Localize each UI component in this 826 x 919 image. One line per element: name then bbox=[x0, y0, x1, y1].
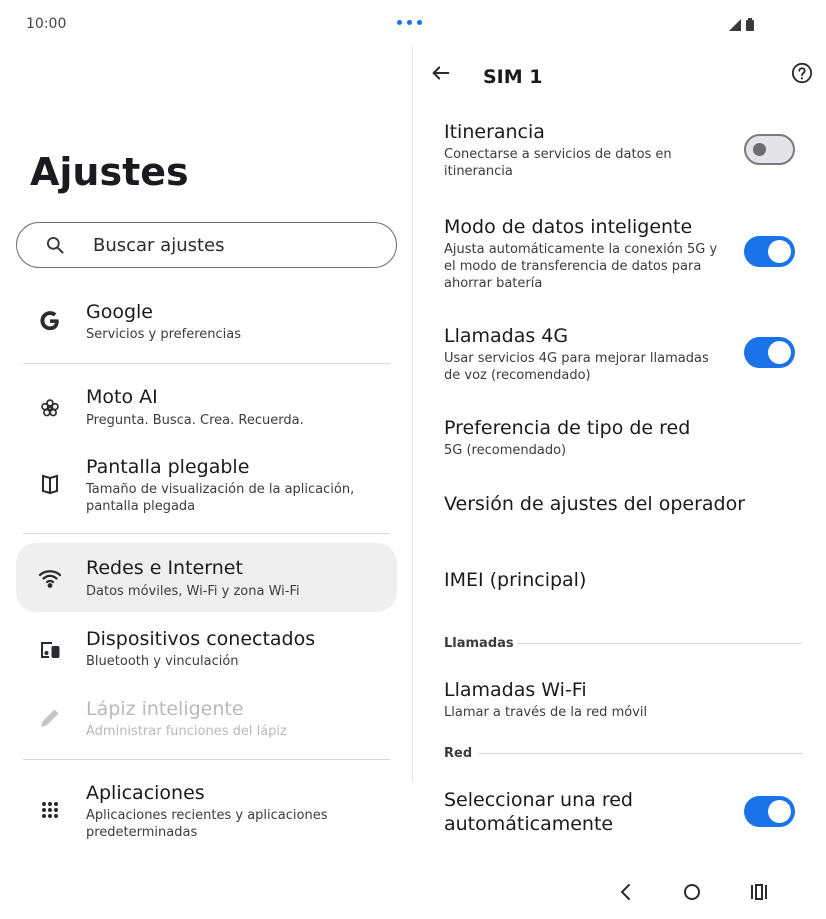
setting-carrier-version[interactable]: Versión de ajustes del operador bbox=[444, 492, 799, 516]
setting-network-type[interactable]: Preferencia de tipo de red 5G (recomenda… bbox=[444, 416, 799, 459]
chevron-left-icon bbox=[621, 884, 630, 900]
setting-subtitle: Conectarse a servicios de datos en itine… bbox=[444, 147, 672, 179]
setting-subtitle: Usar servicios 4G para mejorar llamadas … bbox=[444, 351, 709, 383]
setting-title: IMEI (principal) bbox=[444, 569, 587, 591]
google-icon bbox=[38, 309, 62, 333]
setting-title: Versión de ajustes del operador bbox=[444, 493, 746, 515]
pane-separator bbox=[412, 46, 413, 782]
window-options-icon[interactable] bbox=[397, 20, 422, 25]
search-input[interactable] bbox=[93, 231, 383, 259]
sidebar-item-title: Moto AI bbox=[86, 386, 158, 408]
apps-grid-icon bbox=[38, 798, 62, 822]
sidebar-item-subtitle: Administrar funciones del lápiz bbox=[86, 724, 287, 739]
sidebar-item-subtitle: Bluetooth y vinculación bbox=[86, 654, 239, 669]
status-time: 10:00 bbox=[26, 16, 67, 32]
section-header-calls: Llamadas bbox=[444, 636, 514, 651]
recents-icon bbox=[751, 884, 767, 900]
sidebar-item-subtitle: Datos móviles, Wi-Fi y zona Wi-Fi bbox=[86, 584, 300, 599]
section-divider bbox=[517, 643, 802, 644]
sidebar-item-smart-stylus: Lápiz inteligente Administrar funciones … bbox=[16, 692, 397, 752]
smart-data-toggle[interactable] bbox=[744, 236, 795, 267]
sidebar-item-google[interactable]: Google Servicios y preferencias bbox=[16, 296, 397, 356]
battery-icon bbox=[746, 18, 754, 31]
divider bbox=[23, 363, 390, 364]
stylus-icon bbox=[38, 706, 62, 730]
section-divider bbox=[479, 753, 802, 754]
sidebar-item-subtitle: Tamaño de visualización de la aplicación… bbox=[86, 482, 355, 514]
search-bar[interactable] bbox=[16, 222, 397, 268]
setting-title: Modo de datos inteligente bbox=[444, 216, 693, 238]
sidebar-item-foldable-display[interactable]: Pantalla plegable Tamaño de visualizació… bbox=[16, 450, 397, 522]
back-arrow-icon[interactable] bbox=[430, 62, 452, 84]
help-icon[interactable] bbox=[791, 62, 813, 84]
sidebar-item-subtitle: Servicios y preferencias bbox=[86, 327, 242, 342]
cell-signal-icon bbox=[729, 19, 741, 31]
auto-network-toggle[interactable] bbox=[744, 796, 795, 827]
foldable-display-icon bbox=[38, 472, 62, 496]
setting-title: Seleccionar una red automáticamente bbox=[444, 789, 633, 835]
home-circle-icon bbox=[684, 884, 700, 900]
section-header-network: Red bbox=[444, 746, 473, 761]
status-icons bbox=[729, 18, 754, 31]
sidebar-item-title: Google bbox=[86, 301, 154, 323]
page-title: Ajustes bbox=[30, 150, 189, 194]
divider bbox=[23, 759, 390, 760]
setting-title: Llamadas Wi-Fi bbox=[444, 679, 587, 701]
sidebar-item-subtitle: Pregunta. Busca. Crea. Recuerda. bbox=[86, 413, 304, 428]
setting-subtitle: Llamar a través de la red móvil bbox=[444, 705, 648, 720]
search-icon bbox=[46, 236, 64, 254]
setting-subtitle: Ajusta automáticamente la conexión 5G y … bbox=[444, 242, 718, 291]
detail-title: SIM 1 bbox=[483, 66, 543, 88]
sidebar-item-connected-devices[interactable]: Dispositivos conectados Bluetooth y vinc… bbox=[16, 622, 397, 682]
divider bbox=[23, 533, 390, 534]
sidebar-item-apps[interactable]: Aplicaciones Aplicaciones recientes y ap… bbox=[16, 776, 397, 848]
setting-subtitle: 5G (recomendado) bbox=[444, 443, 567, 458]
moto-ai-icon bbox=[38, 396, 62, 420]
setting-imei[interactable]: IMEI (principal) bbox=[444, 568, 799, 592]
wifi-icon bbox=[38, 566, 62, 590]
sidebar-item-title: Aplicaciones bbox=[86, 782, 205, 804]
sidebar-item-title: Lápiz inteligente bbox=[86, 698, 244, 720]
setting-wifi-calling[interactable]: Llamadas Wi-Fi Llamar a través de la red… bbox=[444, 678, 799, 721]
roaming-toggle[interactable] bbox=[744, 134, 795, 165]
connected-devices-icon bbox=[38, 638, 62, 662]
sidebar-item-title: Redes e Internet bbox=[86, 557, 243, 579]
sidebar-item-network-internet[interactable]: Redes e Internet Datos móviles, Wi-Fi y … bbox=[16, 543, 397, 612]
sidebar-item-moto-ai[interactable]: Moto AI Pregunta. Busca. Crea. Recuerda. bbox=[16, 380, 397, 440]
sidebar-item-title: Dispositivos conectados bbox=[86, 628, 316, 650]
setting-title: Preferencia de tipo de red bbox=[444, 417, 691, 439]
sidebar-item-title: Pantalla plegable bbox=[86, 456, 250, 478]
sidebar-item-subtitle: Aplicaciones recientes y aplicaciones pr… bbox=[86, 808, 328, 840]
nav-back-button[interactable] bbox=[614, 880, 638, 904]
4g-calling-toggle[interactable] bbox=[744, 337, 795, 368]
nav-home-button[interactable] bbox=[680, 880, 704, 904]
nav-recents-button[interactable] bbox=[747, 880, 771, 904]
